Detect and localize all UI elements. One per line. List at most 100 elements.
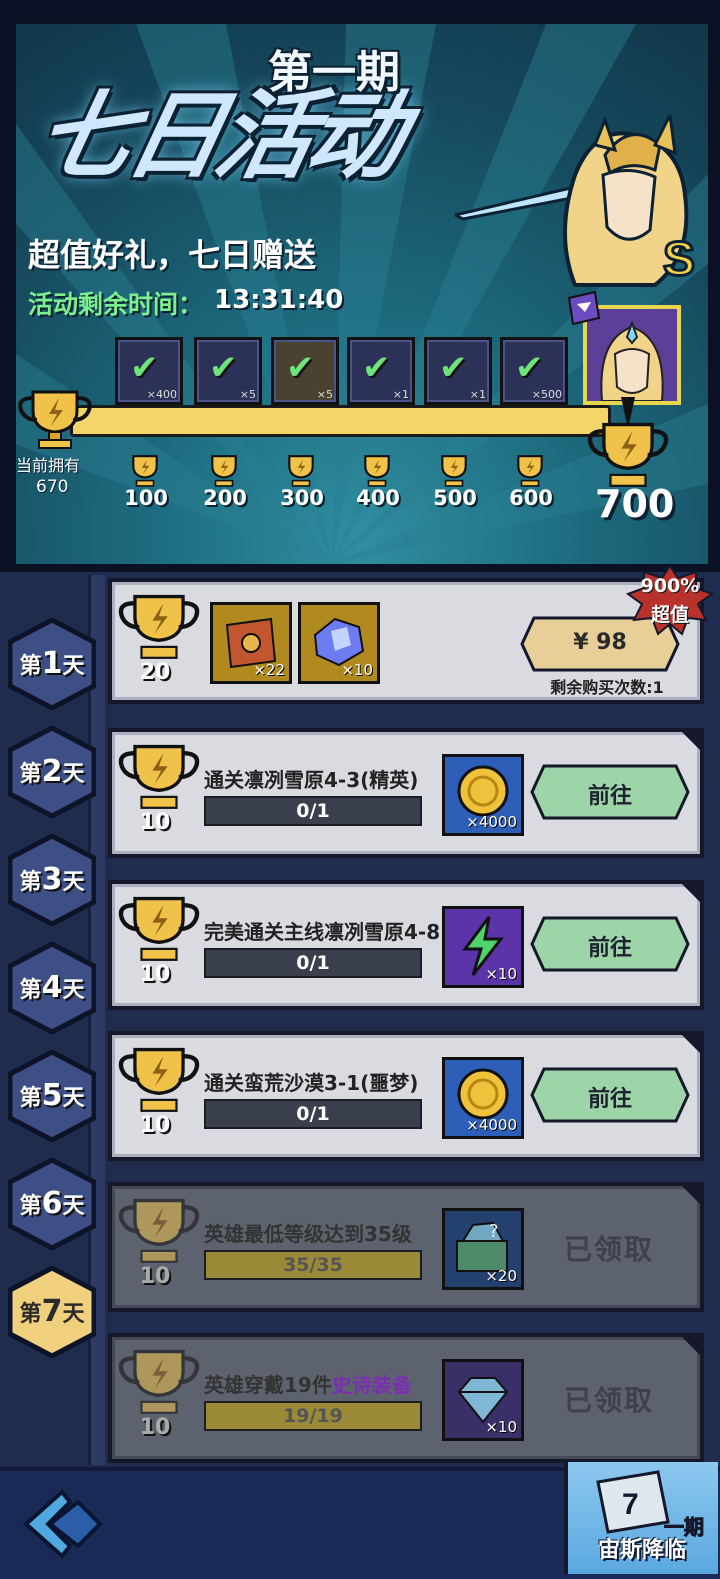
milestone-trophy-icon xyxy=(441,455,467,487)
reward-qty: ×22 xyxy=(253,661,285,679)
trophy-icon xyxy=(118,1198,200,1263)
claimed-label: 已领取 xyxy=(564,1384,655,1417)
owned-points-label: 当前拥有 xyxy=(16,456,81,475)
milestone-value: 400 xyxy=(356,486,400,510)
check-icon: ✔ xyxy=(362,348,391,388)
event-logo-icon: 7 一期 xyxy=(596,1470,705,1540)
milestone-reward-2[interactable]: ✔ ×5 xyxy=(194,337,262,405)
task-progress: 0/1 xyxy=(204,796,422,826)
go-button[interactable]: 前往 xyxy=(530,916,690,972)
task-title: 英雄穿戴19件史诗装备 xyxy=(204,1373,412,1397)
trophy-points: 10 xyxy=(139,1264,171,1289)
task-progress: 0/1 xyxy=(204,1099,422,1129)
back-arrow-icon[interactable] xyxy=(20,1488,106,1560)
go-button-label: 前往 xyxy=(587,784,632,809)
milestone-value: 100 xyxy=(124,486,168,510)
milestone-trophy-icon xyxy=(288,455,314,487)
task-title: 通关蛮荒沙漠3-1(噩梦) xyxy=(204,1071,419,1095)
svg-text:7: 7 xyxy=(622,1488,639,1521)
check-icon: ✔ xyxy=(209,348,238,388)
task-title: 通关凛冽雪原4-3(精英) xyxy=(204,768,419,792)
reward-qty: ×5 xyxy=(316,388,333,401)
day-tab-2[interactable]: 第2天 xyxy=(8,726,96,818)
trophy-icon xyxy=(118,1047,200,1112)
milestone-reward-3[interactable]: ✔ ×5 xyxy=(271,337,339,405)
day-tab-1[interactable]: 第1天 xyxy=(8,618,96,710)
task-card-1: 10 通关凛冽雪原4-3(精英) 0/1 ×4000 前往 xyxy=(108,728,704,858)
day-tab-5[interactable]: 第5天 xyxy=(8,1050,96,1142)
reward-qty: ×10 xyxy=(485,965,517,983)
reward-item-chest[interactable]: ? ×20 xyxy=(442,1208,524,1290)
milestone-value: 200 xyxy=(203,486,247,510)
hero-badge-icon xyxy=(567,290,601,326)
day-tab-4[interactable]: 第4天 xyxy=(8,942,96,1034)
value-badge-percent: 900% xyxy=(640,575,700,597)
timer-value: 13:31:40 xyxy=(214,285,344,315)
milestone-value: 500 xyxy=(433,486,477,510)
final-trophy-icon xyxy=(587,422,669,487)
svg-text:?: ? xyxy=(489,1221,499,1242)
reward-item-crystal[interactable]: ×10 xyxy=(298,602,380,684)
task-card-4-claimed: 10 英雄最低等级达到35级 35/35 ? ×20 已领取 xyxy=(108,1182,704,1312)
milestone-trophy-icon xyxy=(517,455,543,487)
progress-track xyxy=(70,405,611,437)
check-icon: ✔ xyxy=(439,348,468,388)
reward-item-diamond[interactable]: ×10 xyxy=(442,1359,524,1441)
task-progress: 35/35 xyxy=(204,1250,422,1280)
trophy-icon xyxy=(118,594,200,659)
check-icon: ✔ xyxy=(130,348,159,388)
reward-qty: ×10 xyxy=(485,1418,517,1436)
check-icon: ✔ xyxy=(515,348,544,388)
owned-points-value: 670 xyxy=(36,477,69,497)
milestone-trophy-icon xyxy=(132,455,158,487)
milestone-value: 300 xyxy=(280,486,324,510)
task-progress: 0/1 xyxy=(204,948,422,978)
reward-qty: ×10 xyxy=(341,661,373,679)
claimed-label: 已领取 xyxy=(564,1233,655,1266)
milestone-reward-6[interactable]: ✔ ×500 xyxy=(500,337,568,405)
check-icon: ✔ xyxy=(286,348,315,388)
trophy-points: 10 xyxy=(139,1415,171,1440)
milestone-trophy-icon xyxy=(364,455,390,487)
reward-item-gold[interactable]: ×4000 xyxy=(442,754,524,836)
purchase-card: 20 ×22 ×10 ¥ 98 剩余购买次数:1 xyxy=(108,578,704,704)
reward-item-energy[interactable]: ×10 xyxy=(442,906,524,988)
day-tab-3[interactable]: 第3天 xyxy=(8,834,96,926)
reward-qty: ×1 xyxy=(469,388,486,401)
reward-item-gold[interactable]: ×4000 xyxy=(442,1057,524,1139)
milestone-reward-1[interactable]: ✔ ×400 xyxy=(115,337,183,405)
event-subtitle: 超值好礼，七日赠送 xyxy=(28,236,317,274)
trophy-points: 10 xyxy=(139,1113,171,1138)
trophy-icon xyxy=(118,744,200,809)
remaining-purchases: 剩余购买次数:1 xyxy=(550,678,664,697)
trophy-icon xyxy=(118,1349,200,1414)
trophy-points: 10 xyxy=(139,810,171,835)
epic-equipment-label: 史诗装备 xyxy=(331,1373,412,1397)
milestone-reward-5[interactable]: ✔ ×1 xyxy=(424,337,492,405)
milestone-reward-4[interactable]: ✔ ×1 xyxy=(347,337,415,405)
go-button-label: 前往 xyxy=(587,1087,632,1112)
event-period-label: 第一期 xyxy=(268,47,400,98)
timer-label: 活动剩余时间： xyxy=(28,290,204,319)
go-button-label: 前往 xyxy=(587,936,632,961)
task-title: 英雄最低等级达到35级 xyxy=(204,1222,412,1246)
reward-qty: ×1 xyxy=(392,388,409,401)
hero-rank-label: S xyxy=(663,233,695,286)
value-badge-label: 超值 xyxy=(650,604,689,626)
reward-qty: ×5 xyxy=(239,388,256,401)
reward-item-scroll[interactable]: ×22 xyxy=(210,602,292,684)
task-progress: 19/19 xyxy=(204,1401,422,1431)
reward-qty: ×4000 xyxy=(466,813,517,831)
trophy-icon xyxy=(18,390,92,449)
go-button[interactable]: 前往 xyxy=(530,764,690,820)
trophy-icon xyxy=(118,896,200,961)
reward-qty: ×400 xyxy=(146,388,177,401)
go-button[interactable]: 前往 xyxy=(530,1067,690,1123)
reward-qty: ×4000 xyxy=(466,1116,517,1134)
day-tab-6[interactable]: 第6天 xyxy=(8,1158,96,1250)
task-title: 完美通关主线凛冽雪原4-8 xyxy=(204,920,441,944)
milestone-value: 600 xyxy=(509,486,553,510)
task-card-5-claimed: 10 英雄穿戴19件史诗装备 19/19 ×10 已领取 xyxy=(108,1333,704,1463)
day-tab-7-selected[interactable]: 第7天 xyxy=(8,1266,96,1358)
hero-illustration: S xyxy=(455,115,697,288)
